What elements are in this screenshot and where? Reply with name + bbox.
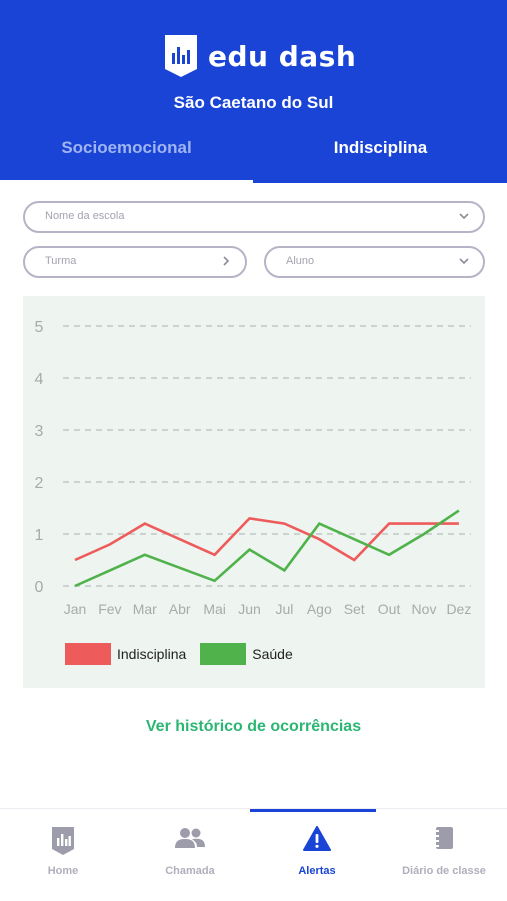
city-name: São Caetano do Sul xyxy=(173,93,334,112)
app-logo: edu dash xyxy=(162,33,356,79)
x-tick-label: Jan xyxy=(64,601,87,617)
school-select-placeholder: Nome da escola xyxy=(45,210,125,222)
line-chart-panel: 0 1 2 3 4 5 Jan Fev Mar Abr Mai Jun Jul Ago Set Out Nov D… xyxy=(23,296,485,688)
x-tick-label: Out xyxy=(378,601,401,617)
y-tick-label: 3 xyxy=(35,423,44,440)
chevron-right-icon xyxy=(223,256,230,266)
tab-socioemocional[interactable]: Socioemocional xyxy=(0,138,253,158)
nav-home[interactable]: Home xyxy=(0,809,126,901)
chevron-down-icon xyxy=(459,213,469,220)
nav-alertas[interactable]: Alertas xyxy=(254,809,380,901)
bottom-nav: Home Chamada Alertas Diário de classe xyxy=(0,808,507,900)
legend-item-saude: Saúde xyxy=(200,643,293,665)
chart-legend: Indisciplina Saúde xyxy=(65,643,307,665)
nav-home-label: Home xyxy=(47,865,79,877)
brand-name: edu dash xyxy=(208,39,357,73)
legend-label-saude: Saúde xyxy=(252,646,293,662)
turma-select[interactable]: Turma xyxy=(23,246,247,278)
aluno-select[interactable]: Aluno xyxy=(264,246,485,278)
x-tick-label: Ago xyxy=(307,601,332,617)
legend-item-indisciplina: Indisciplina xyxy=(65,643,186,665)
chart-badge-icon xyxy=(52,827,74,855)
x-tick-label: Jul xyxy=(275,601,293,617)
x-tick-label: Dez xyxy=(446,601,471,617)
y-tick-label: 5 xyxy=(35,319,44,336)
tab-indisciplina[interactable]: Indisciplina xyxy=(254,138,507,158)
school-select[interactable]: Nome da escola xyxy=(23,201,485,233)
y-tick-label: 0 xyxy=(35,579,44,596)
people-icon xyxy=(175,828,205,848)
legend-swatch-saude xyxy=(200,643,247,665)
line-chart: 0 1 2 3 4 5 Jan Fev Mar Abr Mai Jun Jul Ago Set Out Nov D… xyxy=(35,319,472,617)
x-tick-label: Mar xyxy=(133,601,157,617)
nav-diario-label: Diário de classe xyxy=(402,865,486,877)
chevron-down-icon xyxy=(459,258,469,265)
warning-icon xyxy=(303,826,331,851)
y-tick-label: 4 xyxy=(35,371,44,388)
nav-chamada-label: Chamada xyxy=(165,865,215,877)
nav-alertas-label: Alertas xyxy=(298,865,336,877)
x-tick-label: Nov xyxy=(412,601,437,617)
x-tick-label: Fev xyxy=(98,601,121,617)
y-tick-label: 1 xyxy=(35,527,44,544)
turma-select-placeholder: Turma xyxy=(45,255,77,267)
x-tick-label: Set xyxy=(344,601,365,617)
nav-diario[interactable]: Diário de classe xyxy=(381,809,507,901)
notebook-icon xyxy=(435,827,453,849)
tab-indicator xyxy=(0,180,253,183)
nav-chamada[interactable]: Chamada xyxy=(127,809,253,901)
legend-label-indisciplina: Indisciplina xyxy=(117,646,187,662)
history-link[interactable]: Ver histórico de ocorrências xyxy=(0,718,507,736)
x-tick-label: Mai xyxy=(203,601,226,617)
chart-badge-icon xyxy=(165,35,197,77)
series-line-indisciplina xyxy=(74,517,459,562)
legend-swatch-indisciplina xyxy=(65,643,111,665)
x-tick-label: Abr xyxy=(169,601,191,617)
aluno-select-placeholder: Aluno xyxy=(286,255,315,267)
y-tick-label: 2 xyxy=(35,475,44,492)
x-tick-label: Jun xyxy=(238,601,261,617)
app-header: edu dash São Caetano do Sul Socioemocion… xyxy=(0,0,507,183)
